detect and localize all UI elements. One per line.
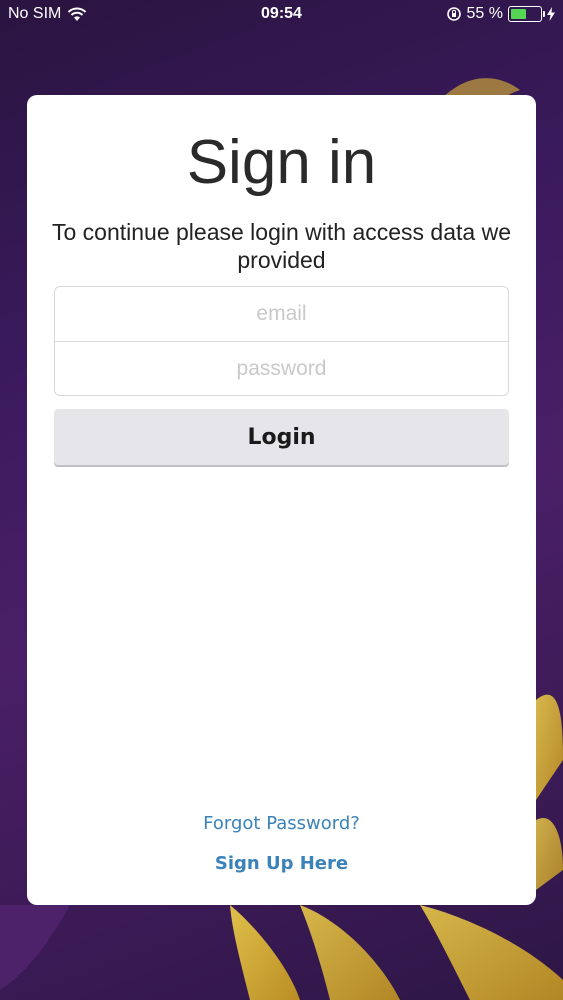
login-button[interactable]: Login	[54, 409, 509, 465]
login-card	[27, 95, 536, 905]
battery-icon	[508, 6, 545, 22]
charging-bolt-icon	[547, 7, 555, 21]
forgot-password-link[interactable]: Forgot Password?	[0, 813, 563, 834]
battery-fill	[511, 9, 526, 19]
page-title: Sign in	[186, 128, 377, 197]
email-input[interactable]	[55, 287, 508, 341]
carrier-label: No SIM	[8, 5, 62, 22]
credentials-field-group	[54, 286, 509, 396]
orientation-lock-icon	[446, 7, 461, 21]
sign-up-link[interactable]: Sign Up Here	[0, 853, 563, 874]
status-right: 55 %	[446, 5, 555, 23]
status-left: No SIM	[8, 5, 87, 23]
wifi-icon	[68, 7, 87, 21]
password-input[interactable]	[55, 342, 508, 396]
login-subtitle: To continue please login with access dat…	[51, 219, 511, 273]
status-bar: No SIM 09:54 55 %	[0, 0, 563, 30]
battery-percent: 55 %	[466, 5, 503, 22]
